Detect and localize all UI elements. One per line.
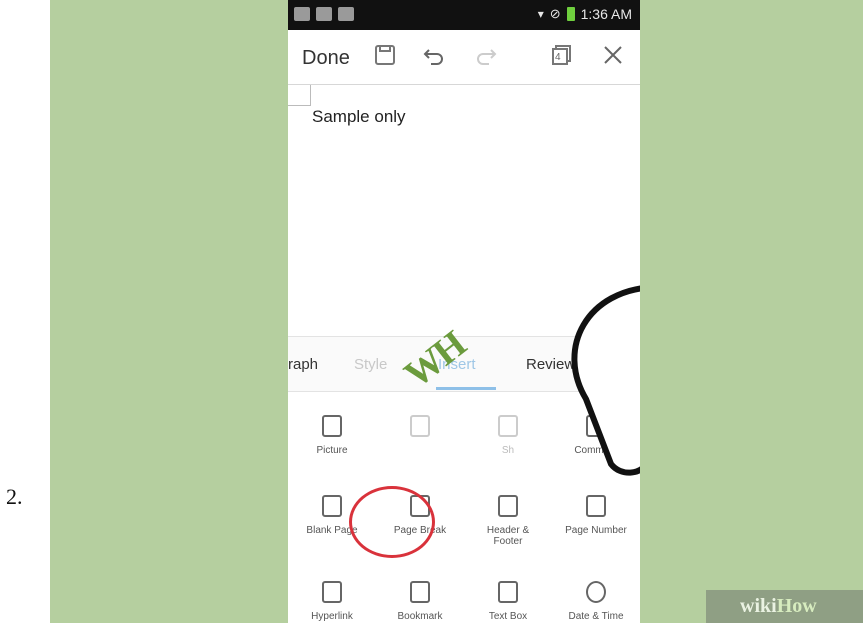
page-number-highlight-circle (349, 486, 435, 558)
insert-hyperlink[interactable]: Hyperlink (288, 581, 376, 622)
redo-icon[interactable] (473, 44, 499, 70)
date-time-icon (586, 581, 606, 603)
close-icon[interactable] (600, 44, 626, 70)
gallery-icon (316, 7, 332, 21)
watermark-how: How (776, 595, 817, 617)
margin-marker (288, 85, 311, 106)
wikihow-watermark: wikiHow (706, 590, 863, 623)
pointing-hand-overlay (571, 285, 640, 476)
active-tab-indicator (436, 387, 496, 390)
no-sim-icon: ⊘ (549, 6, 561, 21)
insert-header-footer[interactable]: Header & Footer (464, 495, 552, 547)
insert-date-time[interactable]: Date & Time (552, 581, 640, 622)
text-box-icon (498, 581, 518, 603)
image-icon (294, 7, 310, 21)
phone-screen: ▾ ⊘ 1:36 AM Done 4 Sample only raph Styl… (288, 0, 640, 623)
shape-icon (498, 415, 518, 437)
editor-toolbar: Done 4 (288, 30, 640, 85)
battery-icon (566, 7, 575, 21)
insert-text-box[interactable]: Text Box (464, 581, 552, 622)
status-time: 1:36 AM (580, 6, 632, 22)
table-icon (410, 415, 430, 437)
picture-icon (322, 415, 342, 437)
hyperlink-icon (322, 581, 342, 603)
insert-table[interactable] (376, 415, 464, 445)
clipboard-icon (338, 7, 354, 21)
blank-page-icon (322, 495, 342, 517)
insert-bookmark[interactable]: Bookmark (376, 581, 464, 622)
save-icon[interactable] (372, 44, 398, 70)
document-text[interactable]: Sample only (312, 107, 406, 127)
header-footer-icon (498, 495, 518, 517)
tab-paragraph[interactable]: raph (288, 356, 318, 373)
illustration-background: ▾ ⊘ 1:36 AM Done 4 Sample only raph Styl… (50, 0, 863, 623)
insert-picture[interactable]: Picture (288, 415, 376, 456)
tab-style[interactable]: Style (354, 356, 387, 373)
step-number: 2. (6, 484, 23, 509)
signal-icon: ▾ (537, 7, 544, 21)
watermark-wiki: wiki (740, 595, 777, 617)
bookmark-icon (410, 581, 430, 603)
page-count: 4 (555, 52, 561, 63)
status-bar: ▾ ⊘ 1:36 AM (288, 0, 640, 30)
page-count-icon[interactable]: 4 (548, 44, 574, 70)
undo-icon[interactable] (421, 44, 447, 70)
done-button[interactable]: Done (302, 47, 350, 70)
insert-shape[interactable]: Sh (464, 415, 552, 456)
